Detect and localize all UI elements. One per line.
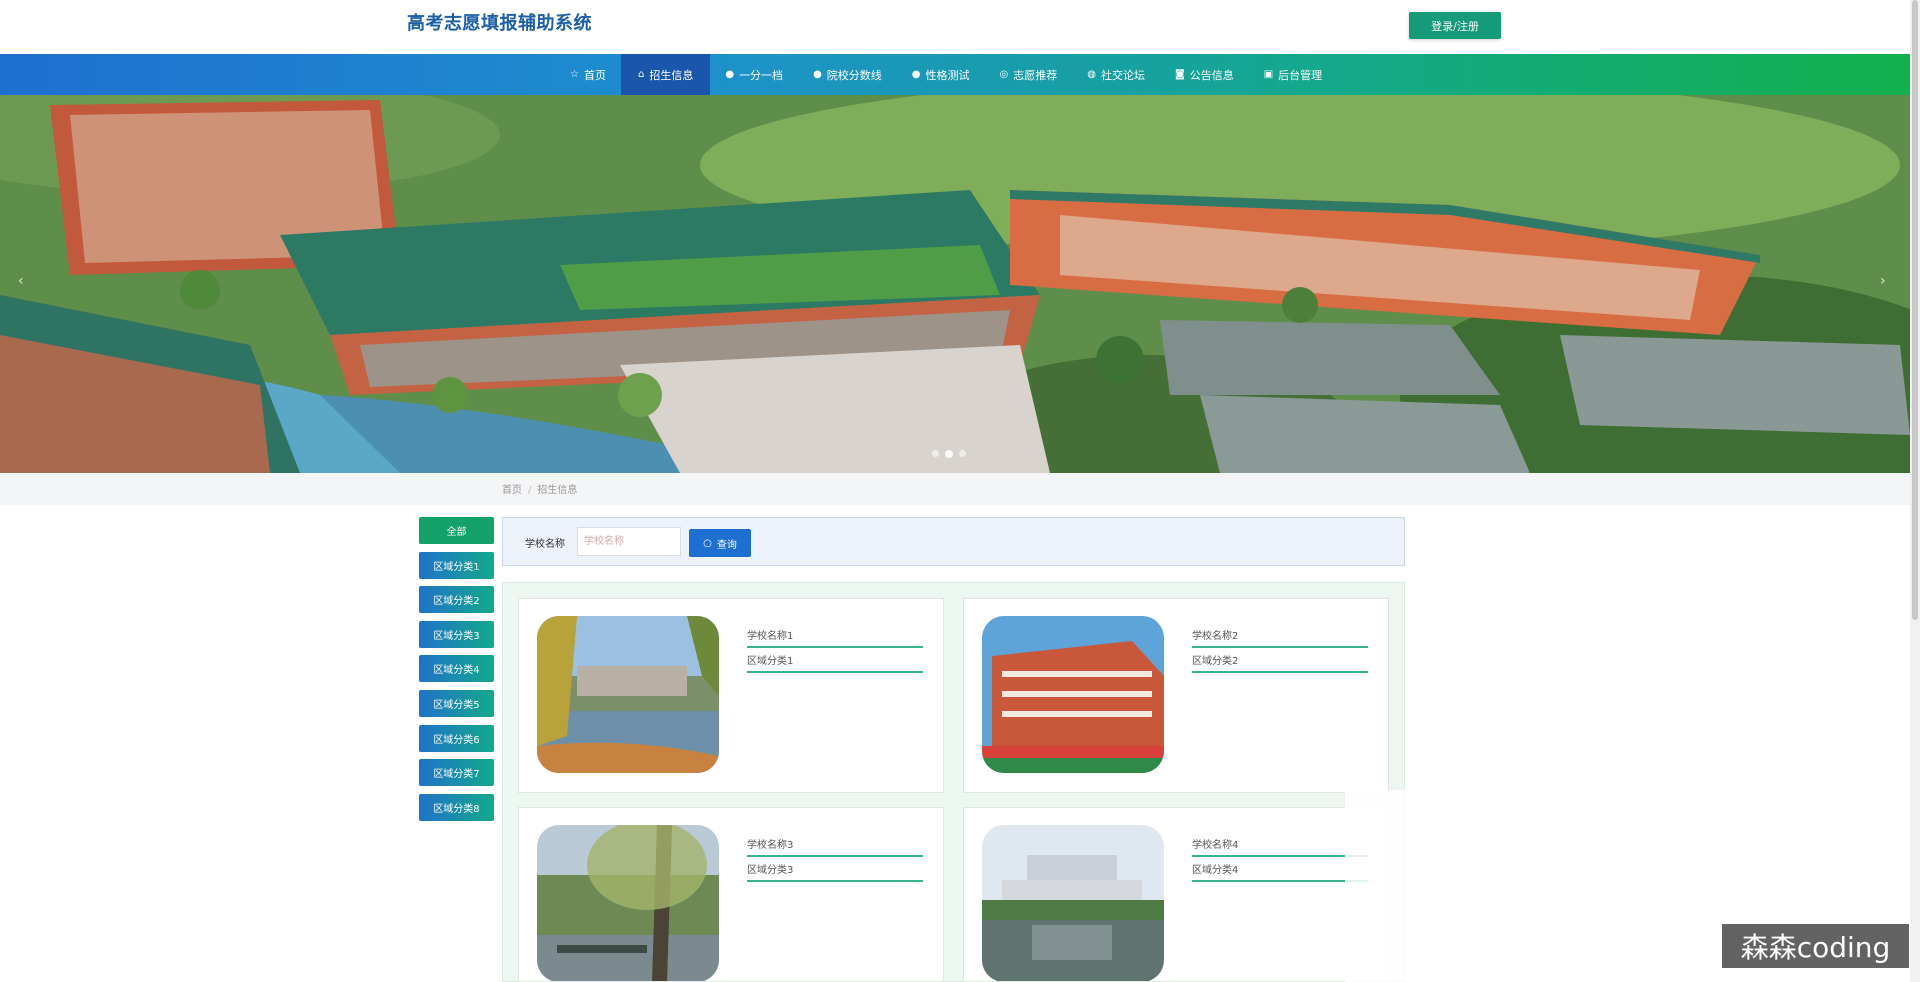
filter-region-4-button[interactable]: 区域分类4 bbox=[419, 655, 494, 683]
carousel-dot-active[interactable] bbox=[945, 450, 953, 458]
school-list: 学校名称1 区域分类1 学校名称2 区域分类2 学校名称3 区域分类3 学校名称… bbox=[502, 582, 1405, 982]
watermark: 森森coding bbox=[1722, 924, 1909, 968]
carousel-prev-arrow[interactable]: ‹ bbox=[18, 273, 24, 289]
nav-label: 后台管理 bbox=[1278, 68, 1323, 82]
nav-label: 志愿推荐 bbox=[1013, 68, 1058, 82]
school-name-search-input[interactable] bbox=[577, 527, 681, 556]
search-panel: 学校名称 ○ 查询 bbox=[502, 517, 1405, 566]
school-photo bbox=[982, 825, 1164, 981]
carousel-next-arrow[interactable]: › bbox=[1880, 273, 1886, 289]
school-card[interactable]: 学校名称3 区域分类3 bbox=[518, 807, 944, 981]
nav-forum[interactable]: ◍ 社交论坛 bbox=[1072, 54, 1160, 95]
filter-region-2-button[interactable]: 区域分类2 bbox=[419, 586, 494, 614]
carousel-dots bbox=[932, 450, 966, 458]
nav-label: 社交论坛 bbox=[1101, 68, 1145, 82]
breadcrumb-separator: / bbox=[528, 485, 532, 496]
nav-recommendation[interactable]: ◎ 志愿推荐 bbox=[985, 54, 1073, 95]
nav-personality-test[interactable]: ● 性格测试 bbox=[897, 54, 985, 95]
info-circle-icon: ● bbox=[813, 69, 822, 80]
school-region: 区域分类1 bbox=[747, 652, 923, 673]
breadcrumb: 首页 / 招生信息 bbox=[502, 481, 577, 496]
nav-label: 公告信息 bbox=[1189, 68, 1234, 82]
search-button-label: 查询 bbox=[716, 539, 737, 551]
breadcrumb-home[interactable]: 首页 bbox=[502, 485, 522, 496]
campus-banner-carousel[interactable]: ‹ › bbox=[0, 95, 1910, 473]
region-filter-menu: 全部 区域分类1 区域分类2 区域分类3 区域分类4 区域分类5 区域分类6 区… bbox=[419, 517, 494, 828]
school-photo bbox=[982, 616, 1164, 773]
info-circle-icon: ● bbox=[725, 69, 735, 80]
top-header: 高考志愿填报辅助系统 登录/注册 bbox=[0, 0, 1920, 54]
school-card[interactable]: 学校名称1 区域分类1 bbox=[518, 598, 944, 793]
school-photo bbox=[537, 616, 719, 773]
nav-label: 院校分数线 bbox=[826, 68, 882, 82]
nav-label: 性格测试 bbox=[925, 68, 970, 82]
nav-college-cutoffs[interactable]: ● 院校分数线 bbox=[798, 54, 897, 95]
breadcrumb-current: 招生信息 bbox=[537, 485, 578, 496]
school-name: 学校名称1 bbox=[747, 627, 923, 648]
compass-icon: ◍ bbox=[1087, 69, 1096, 80]
school-card[interactable]: 学校名称4 区域分类4 bbox=[963, 807, 1389, 981]
nav-home[interactable]: ☆ 首页 bbox=[555, 54, 621, 95]
filter-all-button[interactable]: 全部 bbox=[419, 517, 494, 544]
overlay-fade bbox=[1345, 790, 1405, 982]
school-name: 学校名称3 bbox=[747, 836, 923, 857]
filter-region-5-button[interactable]: 区域分类5 bbox=[419, 689, 494, 717]
camera-icon: ◙ bbox=[1175, 69, 1185, 80]
search-button[interactable]: ○ 查询 bbox=[689, 529, 751, 557]
filter-region-3-button[interactable]: 区域分类3 bbox=[419, 620, 494, 648]
campus-illustration bbox=[0, 95, 1910, 473]
search-icon: ○ bbox=[703, 537, 712, 549]
school-region: 区域分类4 bbox=[1192, 861, 1368, 882]
info-circle-icon: ● bbox=[911, 69, 921, 80]
carousel-dot[interactable] bbox=[959, 450, 966, 457]
nav-admissions[interactable]: ⌂ 招生信息 bbox=[620, 54, 711, 95]
carousel-dot[interactable] bbox=[932, 450, 939, 457]
filter-region-6-button[interactable]: 区域分类6 bbox=[419, 724, 494, 752]
page-scrollbar[interactable] bbox=[1910, 0, 1920, 982]
nav-admin[interactable]: ▣ 后台管理 bbox=[1249, 54, 1337, 95]
login-register-button[interactable]: 登录/注册 bbox=[1409, 12, 1501, 39]
school-name: 学校名称2 bbox=[1192, 627, 1368, 648]
breadcrumb-bar: 首页 / 招生信息 bbox=[0, 473, 1910, 505]
nav-announcements[interactable]: ◙ 公告信息 bbox=[1160, 54, 1249, 95]
nav-score-ranking[interactable]: ● 一分一档 bbox=[710, 54, 798, 95]
star-icon: ☆ bbox=[570, 69, 579, 80]
site-title: 高考志愿填报辅助系统 bbox=[407, 13, 592, 34]
calendar-icon: ▣ bbox=[1263, 69, 1274, 80]
nav-label: 招生信息 bbox=[649, 68, 694, 82]
nav-label: 一分一档 bbox=[739, 68, 784, 82]
school-region: 区域分类2 bbox=[1192, 652, 1368, 673]
school-card[interactable]: 学校名称2 区域分类2 bbox=[963, 598, 1389, 793]
main-nav: ☆ 首页 ⌂ 招生信息 ● 一分一档 ● 院校分数线 ● 性格测试 ◎ 志愿推荐 ◍ 社交论坛… bbox=[0, 54, 1910, 95]
filter-region-7-button[interactable]: 区域分类7 bbox=[419, 759, 494, 787]
school-name-label: 学校名称 bbox=[525, 539, 565, 550]
school-name: 学校名称4 bbox=[1192, 836, 1368, 857]
school-photo bbox=[537, 825, 719, 981]
filter-region-1-button[interactable]: 区域分类1 bbox=[419, 551, 494, 579]
school-region: 区域分类3 bbox=[747, 861, 923, 882]
filter-region-8-button[interactable]: 区域分类8 bbox=[419, 793, 494, 821]
globe-icon: ◎ bbox=[999, 69, 1009, 80]
home-icon: ⌂ bbox=[637, 69, 645, 80]
scrollbar-thumb[interactable] bbox=[1912, 0, 1918, 620]
nav-label: 首页 bbox=[583, 68, 606, 82]
